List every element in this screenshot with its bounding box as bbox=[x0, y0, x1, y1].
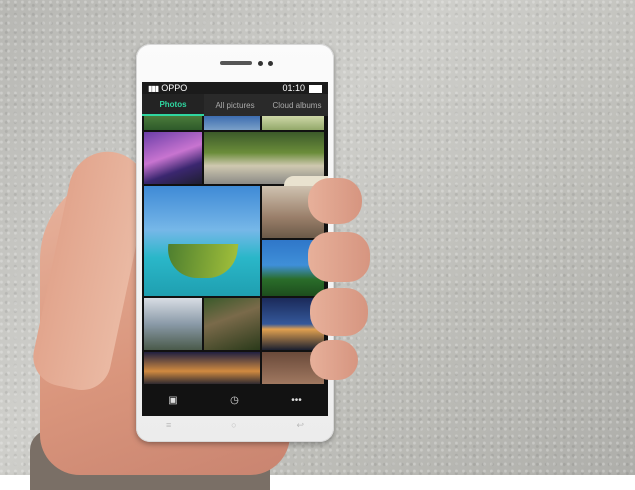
tab-photos[interactable]: Photos bbox=[142, 94, 204, 116]
photo-thumbnail[interactable] bbox=[262, 116, 324, 130]
menu-icon[interactable]: ≡ bbox=[166, 420, 171, 431]
boat-shape bbox=[163, 244, 239, 278]
carrier: ▮▮▮ OPPO bbox=[148, 83, 187, 93]
carrier-label: OPPO bbox=[161, 83, 188, 93]
photo-thumbnail[interactable] bbox=[204, 298, 260, 350]
finger bbox=[310, 340, 358, 380]
finger bbox=[308, 178, 362, 224]
clock: 01:10 bbox=[282, 83, 322, 93]
photo-thumbnail[interactable] bbox=[204, 132, 328, 192]
earpiece-speaker bbox=[220, 61, 252, 65]
finger bbox=[308, 232, 370, 282]
tab-cloud-albums[interactable]: Cloud albums bbox=[266, 94, 328, 116]
smartphone: ▮▮▮ OPPO 01:10 Photos All pictures Cloud … bbox=[136, 44, 334, 442]
gallery-bottom-bar: ▣ ◷ ••• bbox=[142, 384, 328, 416]
status-bar: ▮▮▮ OPPO 01:10 bbox=[142, 82, 328, 94]
signal-icon: ▮▮▮ bbox=[148, 84, 159, 93]
more-icon[interactable]: ••• bbox=[291, 395, 302, 406]
battery-icon bbox=[309, 84, 322, 93]
back-icon[interactable]: ↩ bbox=[296, 420, 304, 431]
camera-icon[interactable]: ▣ bbox=[168, 395, 177, 406]
front-camera-icon bbox=[258, 61, 263, 66]
photo-thumbnail[interactable] bbox=[204, 116, 260, 130]
photo-grid bbox=[142, 116, 328, 384]
photo-thumbnail-featured[interactable] bbox=[144, 186, 260, 296]
tab-all-pictures[interactable]: All pictures bbox=[204, 94, 266, 116]
time-label: 01:10 bbox=[282, 83, 305, 93]
home-icon[interactable]: ○ bbox=[231, 420, 236, 431]
photo-thumbnail[interactable] bbox=[144, 116, 202, 130]
photo-thumbnail[interactable] bbox=[144, 352, 260, 384]
clock-icon[interactable]: ◷ bbox=[230, 395, 239, 406]
sensor-icon bbox=[268, 61, 273, 66]
photo-thumbnail[interactable] bbox=[144, 298, 202, 350]
finger bbox=[310, 288, 368, 336]
hardware-nav-keys: ≡ ○ ↩ bbox=[136, 420, 334, 431]
phone-screen: ▮▮▮ OPPO 01:10 Photos All pictures Cloud … bbox=[142, 82, 328, 416]
photo-thumbnail[interactable] bbox=[144, 132, 202, 184]
gallery-tabs: Photos All pictures Cloud albums bbox=[142, 94, 328, 116]
